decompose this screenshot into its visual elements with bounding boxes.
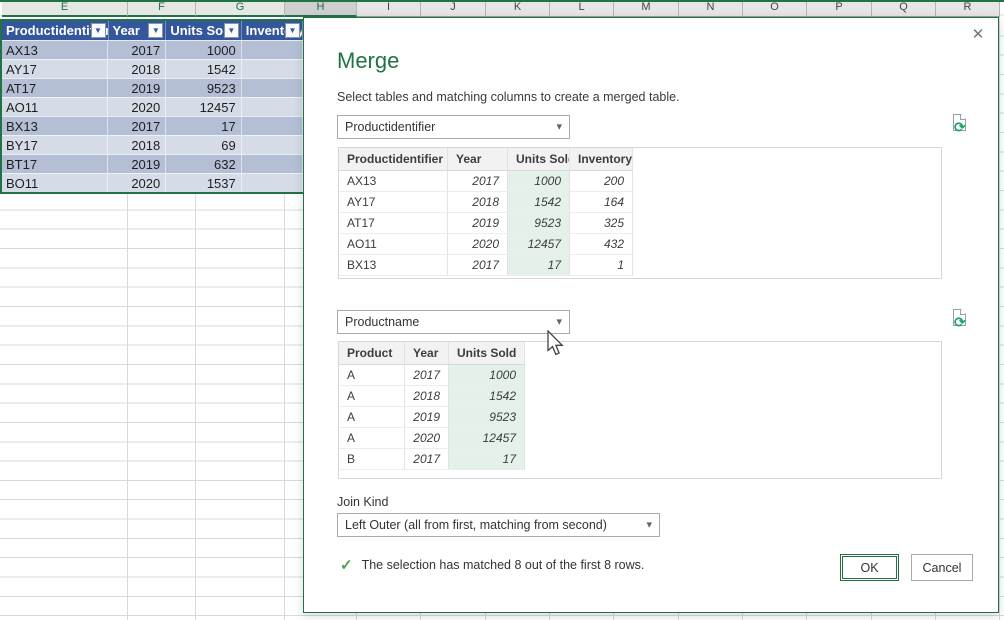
column-header-F[interactable]: F [128,0,196,17]
table-row: A20181542 [339,386,941,407]
table-cell[interactable]: B [339,449,405,470]
table-cell[interactable]: A [339,428,405,449]
sheet-top-divider [0,0,1004,2]
table-row: A202012457 [339,428,941,449]
column-header-G[interactable]: G [196,0,285,17]
table-cell[interactable]: 432 [570,234,633,255]
mouse-cursor-icon [546,330,568,358]
table-cell[interactable]: A [339,386,405,407]
table-cell[interactable]: 12457 [508,234,570,255]
column-header-productidentifier[interactable]: Productidentifier [339,148,448,171]
table-row: AX1320171000200 [339,171,941,192]
table-cell[interactable]: 2018 [448,192,508,213]
table-cell[interactable]: 2019 [405,407,449,428]
column-header-year[interactable]: Year [405,342,449,365]
column-header-N[interactable]: N [679,0,743,17]
column-header-P[interactable]: P [807,0,872,17]
table-cell[interactable]: A [339,365,405,386]
join-kind-select[interactable]: Left Outer (all from first, matching fro… [337,513,660,537]
column-header-row: EFGHIJKLMNOPQR [2,0,1000,17]
column-header-I[interactable]: I [357,0,421,17]
table-cell[interactable]: 2020 [448,234,508,255]
second-table-select[interactable]: Productname ▾ [337,310,570,334]
match-status: ✓ The selection has matched 8 out of the… [340,556,644,574]
selection-border [0,19,340,194]
column-header-L[interactable]: L [550,0,614,17]
column-header-inventory[interactable]: Inventory [570,148,633,171]
second-table-preview: ProductYearUnits SoldA20171000A20181542A… [338,341,942,479]
first-table-select-value: Productidentifier [345,120,435,134]
column-header-K[interactable]: K [486,0,550,17]
table-cell[interactable]: AX13 [339,171,448,192]
column-header-E[interactable]: E [2,0,128,17]
table-cell[interactable]: 12457 [449,428,525,449]
table-cell[interactable]: 17 [449,449,525,470]
join-kind-label: Join Kind [337,495,388,509]
column-header-year[interactable]: Year [448,148,508,171]
preview-header-row: ProductYearUnits Sold [339,342,941,365]
table-cell[interactable]: 2017 [448,255,508,276]
join-kind-value: Left Outer (all from first, matching fro… [345,518,607,532]
table-row: AY1720181542164 [339,192,941,213]
table-cell[interactable]: 2018 [405,386,449,407]
gridline [999,17,1000,620]
table-cell[interactable]: AO11 [339,234,448,255]
table-cell[interactable]: 2017 [405,365,449,386]
cancel-button[interactable]: Cancel [911,554,973,581]
table-cell[interactable]: 9523 [449,407,525,428]
dialog-subtitle: Select tables and matching columns to cr… [337,90,680,104]
table-cell[interactable]: 1000 [449,365,525,386]
table-row: BX132017171 [339,255,941,276]
dialog-title: Merge [337,48,399,74]
column-header-R[interactable]: R [936,0,1000,17]
column-header-units-sold[interactable]: Units Sold [508,148,570,171]
column-header-H[interactable]: H [285,0,357,17]
table-cell[interactable]: 2017 [448,171,508,192]
table-row: A20171000 [339,365,941,386]
table-row: AO11202012457432 [339,234,941,255]
column-header-product[interactable]: Product [339,342,405,365]
table-row: B201717 [339,449,941,470]
column-header-M[interactable]: M [614,0,679,17]
table-cell[interactable]: 1542 [508,192,570,213]
table-cell[interactable]: AY17 [339,192,448,213]
table-cell[interactable]: 2020 [405,428,449,449]
app-window: EFGHIJKLMNOPQR Productidentifier▼Year▼Un… [0,0,1004,620]
first-table-preview: ProductidentifierYearUnits SoldInventory… [338,147,942,279]
ok-button[interactable]: OK [840,554,899,581]
table-cell[interactable]: AT17 [339,213,448,234]
table-cell[interactable]: 1542 [449,386,525,407]
table-cell[interactable]: 2019 [448,213,508,234]
table-row: A20199523 [339,407,941,428]
table-cell[interactable]: 325 [570,213,633,234]
merge-dialog: ✕ Merge Select tables and matching colum… [303,17,999,613]
column-header-J[interactable]: J [421,0,486,17]
refresh-preview-icon[interactable]: ⟳ [951,114,971,138]
column-header-units-sold[interactable]: Units Sold [449,342,525,365]
table-cell[interactable]: BX13 [339,255,448,276]
chevron-down-icon: ▾ [646,514,652,536]
first-table-select[interactable]: Productidentifier ▾ [337,115,570,139]
table-cell[interactable]: 1000 [508,171,570,192]
table-cell[interactable]: 1 [570,255,633,276]
preview-header-row: ProductidentifierYearUnits SoldInventory [339,148,941,171]
table-cell[interactable]: A [339,407,405,428]
close-icon[interactable]: ✕ [969,26,987,44]
chevron-down-icon: ▾ [556,116,562,138]
table-cell[interactable]: 2017 [405,449,449,470]
checkmark-icon: ✓ [340,556,353,574]
column-header-O[interactable]: O [743,0,807,17]
match-status-text: The selection has matched 8 out of the f… [362,558,645,572]
table-cell[interactable]: 200 [570,171,633,192]
column-header-Q[interactable]: Q [872,0,936,17]
table-row: AT1720199523325 [339,213,941,234]
table-cell[interactable]: 17 [508,255,570,276]
refresh-preview-icon[interactable]: ⟳ [951,309,971,333]
second-table-select-value: Productname [345,315,419,329]
table-cell[interactable]: 164 [570,192,633,213]
table-cell[interactable]: 9523 [508,213,570,234]
